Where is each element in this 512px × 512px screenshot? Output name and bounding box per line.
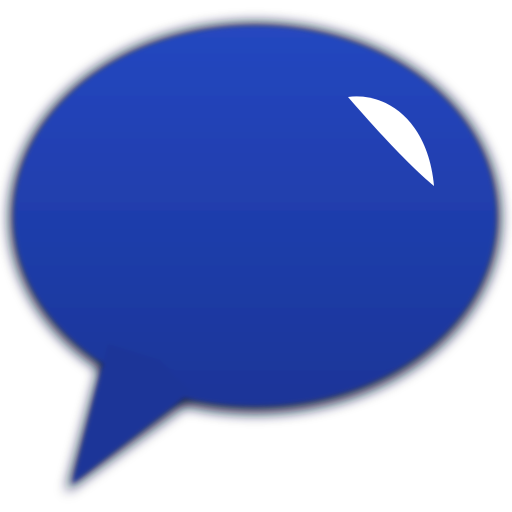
speech-bubble-body <box>14 26 496 484</box>
speech-bubble-icon <box>9 22 501 492</box>
icon-canvas <box>0 0 512 512</box>
